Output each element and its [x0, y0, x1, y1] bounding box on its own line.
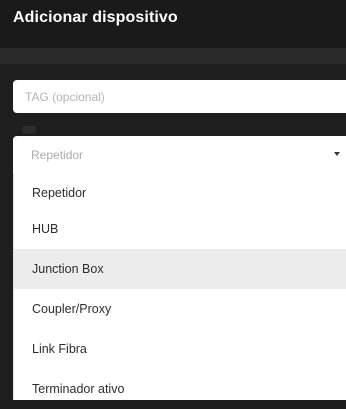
- dropdown-option-link-fibra[interactable]: Link Fibra: [14, 329, 346, 369]
- caret-down-icon: [334, 152, 340, 156]
- dropdown-option-junction-box[interactable]: Junction Box: [14, 249, 346, 289]
- device-type-selected-value: Repetidor: [31, 148, 84, 162]
- dropdown-option-hub[interactable]: HUB: [14, 209, 346, 249]
- dropdown-option-terminador-ativo[interactable]: Terminador ativo: [14, 369, 346, 409]
- tag-input[interactable]: [13, 80, 346, 113]
- dropdown-option-coupler-proxy[interactable]: Coupler/Proxy: [14, 289, 346, 329]
- header-divider-band: [0, 48, 346, 64]
- device-type-select[interactable]: Repetidor: [13, 136, 346, 173]
- dialog-title: Adicionar dispositivo: [13, 9, 178, 26]
- dropdown-option-repetidor[interactable]: Repetidor: [14, 173, 346, 209]
- dialog-header: Adicionar dispositivo: [0, 0, 346, 48]
- device-type-dropdown-menu: Repetidor HUB Junction Box Coupler/Proxy…: [13, 173, 346, 400]
- obscured-field-label: [22, 126, 36, 134]
